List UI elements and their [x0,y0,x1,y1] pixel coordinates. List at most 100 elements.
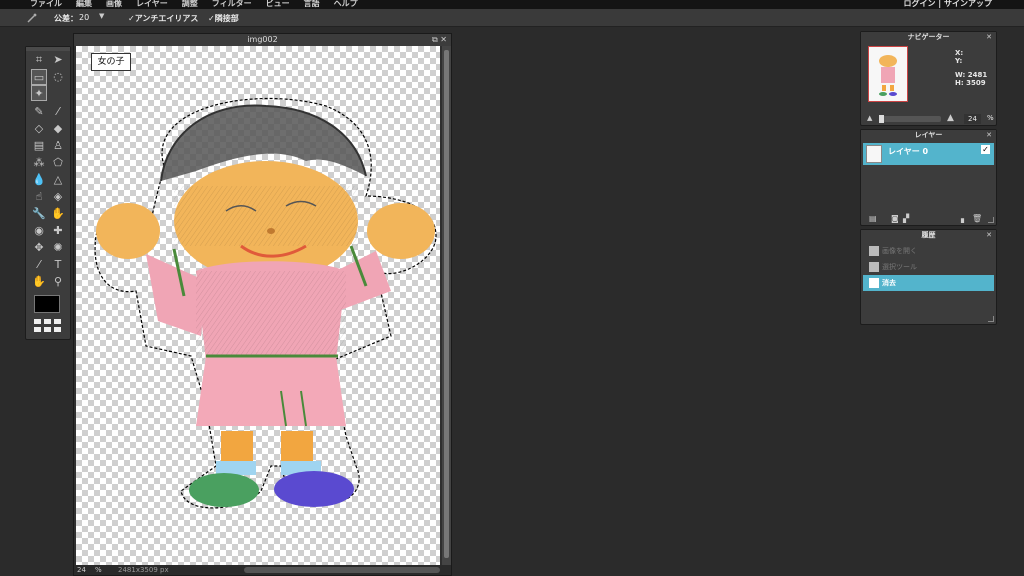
brush-icon[interactable]: ⁄ [50,104,66,120]
close-icon[interactable]: ✕ [986,130,992,141]
image-size: 2481x3509 px [118,566,169,574]
menu-view[interactable]: ビュー [266,0,290,8]
width-readout: W: 2481 [955,71,988,79]
type-icon[interactable]: T [50,257,66,273]
close-icon[interactable]: ✕ [986,32,992,43]
zoom-slider-thumb[interactable] [879,115,884,123]
zoom-out-icon[interactable]: ▲ [867,114,872,122]
vertical-scrollbar[interactable] [442,46,451,565]
menu-help[interactable]: ヘルプ [334,0,358,8]
hand-icon[interactable]: ✋ [31,274,47,290]
foreground-color-swatch[interactable] [34,295,60,313]
layer-styles-icon[interactable]: ▞ [903,214,909,223]
drop-icon[interactable]: 💧 [31,172,47,188]
layer-visibility-checkbox[interactable]: ✓ [981,145,990,154]
menu-items: ファイル 編集 画像 レイヤー 調整 フィルター ビュー 言語 ヘルプ [30,0,372,8]
history-panel: 履歴 ✕ 画像を開く 選択ツール 消去 [860,229,997,325]
history-titlebar[interactable]: 履歴 ✕ [861,230,996,241]
zoom-input[interactable]: 24 [77,565,86,575]
burn-icon[interactable]: ✋ [50,206,66,222]
eraser-icon[interactable]: ◇ [31,121,47,137]
navigator-panel: ナビゲーター ✕ X: Y: W: 2481 H: 3509 ▲ ▲ 24 % [860,31,997,126]
color-picker-icon[interactable]: ⁄ [31,257,47,273]
menu-image[interactable]: 画像 [106,0,122,8]
navigator-titlebar[interactable]: ナビゲーター ✕ [861,32,996,43]
magic-wand-icon [26,12,38,24]
vertical-scroll-thumb[interactable] [444,50,449,558]
x-readout: X: [955,49,964,57]
horizontal-scrollbar[interactable] [244,567,440,573]
drawing-image [94,97,437,509]
navigator-zoom-input[interactable]: 24 [964,114,981,124]
bucket-icon[interactable]: ◆ [50,121,66,137]
document-window: img002 ⧉ ✕ 女の子 24 % 2481x3509 px [73,33,452,576]
menu-adjust[interactable]: 調整 [182,0,198,8]
history-item[interactable]: 画像を開く [863,243,994,259]
window-controls: ⧉ ✕ [432,34,447,46]
pencil-icon[interactable]: ✎ [31,104,47,120]
tool-options-bar: 公差： 20 ▼ ✓アンチエイリアス ✓隣接部 [0,9,1024,27]
antialias-checkbox[interactable]: ✓アンチエイリアス [128,13,198,24]
palette-grip[interactable] [26,47,70,51]
restore-icon[interactable]: ⧉ [432,35,438,44]
magic-wand-icon [869,262,879,272]
document-titlebar[interactable]: img002 ⧉ ✕ [74,34,451,46]
zoom-in-icon[interactable]: ▲ [947,113,954,123]
gradient-icon[interactable]: ▤ [31,138,47,154]
history-item[interactable]: 選択ツール [863,259,994,275]
crop-icon[interactable]: ⌗ [31,52,47,68]
navigator-title: ナビゲーター [907,33,950,41]
sharpen-icon[interactable]: △ [50,172,66,188]
close-icon[interactable]: ✕ [440,35,447,44]
history-item-label: 消去 [882,279,896,287]
navigator-zoom-unit: % [987,114,994,122]
menu-edit[interactable]: 編集 [76,0,92,8]
history-item-selected[interactable]: 消去 [863,275,994,291]
zoom-slider[interactable] [879,115,941,123]
sponge-icon[interactable]: ◈ [50,189,66,205]
layers-titlebar[interactable]: レイヤー ✕ [861,130,996,141]
stamp-icon[interactable]: ♙ [50,138,66,154]
contiguous-checkbox[interactable]: ✓隣接部 [208,13,239,24]
tolerance-label: 公差： [54,14,78,23]
view-mode-icon[interactable] [34,319,62,333]
new-layer-icon[interactable]: ▖ [961,214,967,223]
dodge-icon[interactable]: 🔧 [31,206,47,222]
layer-mask-icon[interactable]: ◙ [891,214,899,223]
bloat-icon[interactable]: ✥ [31,240,47,256]
menu-language[interactable]: 言語 [304,0,320,8]
pinch-icon[interactable]: ✺ [50,240,66,256]
layers-panel: レイヤー ✕ レイヤー 0 ✓ ▤ ◙ ▞ ▖ 🗑 [860,129,997,226]
shape-icon[interactable]: ⬠ [50,155,66,171]
color-replace-icon[interactable]: ⁂ [31,155,47,171]
red-eye-icon[interactable]: ◉ [31,223,47,239]
image-canvas[interactable]: 女の子 [76,46,440,565]
menu-file[interactable]: ファイル [30,0,62,8]
resize-grip-icon[interactable] [988,316,994,322]
close-icon[interactable]: ✕ [986,230,992,241]
resize-grip-icon[interactable] [988,217,994,223]
layer-thumbnail [866,145,882,163]
menu-layer[interactable]: レイヤー [136,0,168,8]
layer-name: レイヤー 0 [888,147,929,156]
zoom-icon[interactable]: ⚲ [50,274,66,290]
layer-row[interactable]: レイヤー 0 ✓ [863,143,994,165]
menu-bar: ファイル 編集 画像 レイヤー 調整 フィルター ビュー 言語 ヘルプ ログイン… [0,0,1024,9]
navigator-thumbnail[interactable] [868,46,908,102]
smudge-icon[interactable]: ☝ [31,189,47,205]
menu-filter[interactable]: フィルター [212,0,252,8]
document-icon [869,278,879,288]
layer-settings-icon[interactable]: ▤ [869,214,877,223]
move-icon[interactable]: ➤ [50,52,66,68]
magic-wand-tool-icon[interactable]: ✦ [31,85,47,101]
lasso-icon[interactable]: ◌ [50,69,66,85]
trash-icon[interactable]: 🗑 [972,214,982,223]
spot-heal-icon[interactable]: ✚ [50,223,66,239]
login-signup-link[interactable]: ログイン | サインアップ [904,0,993,8]
chevron-down-icon[interactable]: ▼ [99,12,104,20]
document-statusbar: 24 % 2481x3509 px [74,565,451,575]
history-title: 履歴 [921,231,936,239]
tools-palette: ⌗ ➤ ▭ ◌ ✦ ✎ ⁄ ◇ ◆ ▤ ♙ ⁂ ⬠ 💧 △ ☝ ◈ 🔧 ✋ ◉ … [25,46,71,340]
marquee-icon[interactable]: ▭ [31,69,47,85]
height-readout: H: 3509 [955,79,986,87]
